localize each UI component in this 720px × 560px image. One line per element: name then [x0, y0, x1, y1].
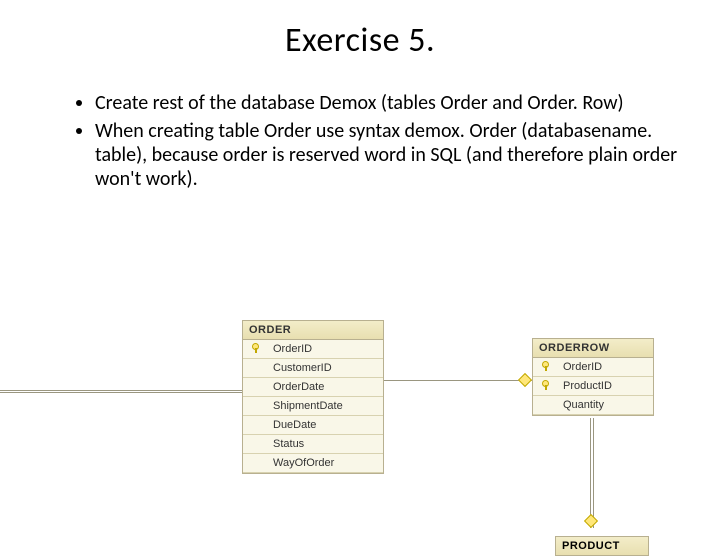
- column-row: Quantity: [533, 396, 653, 415]
- relationship-diamond: [518, 373, 532, 387]
- column-row: OrderDate: [243, 378, 383, 397]
- column-row: DueDate: [243, 416, 383, 435]
- column-name: Status: [269, 435, 383, 454]
- column-row: OrderID: [533, 358, 653, 377]
- column-row: ProductID: [533, 377, 653, 396]
- bullet-list: Create rest of the database Demox (table…: [55, 91, 680, 191]
- table-header: ORDER: [243, 321, 383, 340]
- bullet-item: Create rest of the database Demox (table…: [95, 91, 680, 115]
- column-name: Quantity: [559, 396, 653, 415]
- column-name: CustomerID: [269, 359, 383, 378]
- column-name: OrderID: [269, 340, 383, 359]
- slide-title: Exercise 5.: [0, 20, 720, 61]
- key-icon: [541, 380, 551, 390]
- column-name: DueDate: [269, 416, 383, 435]
- column-name: WayOfOrder: [269, 454, 383, 473]
- column-row: ShipmentDate: [243, 397, 383, 416]
- table-header: ORDERROW: [533, 339, 653, 358]
- column-row: OrderID: [243, 340, 383, 359]
- column-row: CustomerID: [243, 359, 383, 378]
- relationship-diamond: [584, 514, 598, 528]
- bullet-item: When creating table Order use syntax dem…: [95, 119, 680, 191]
- column-row: Status: [243, 435, 383, 454]
- table-order: ORDER OrderID CustomerID OrderDate Shipm…: [242, 320, 384, 474]
- column-name: ProductID: [559, 377, 653, 396]
- key-icon: [541, 361, 551, 371]
- column-name: ShipmentDate: [269, 397, 383, 416]
- column-name: OrderDate: [269, 378, 383, 397]
- key-icon: [251, 343, 261, 353]
- column-row: WayOfOrder: [243, 454, 383, 473]
- column-name: OrderID: [559, 358, 653, 377]
- table-product-stub: PRODUCT: [555, 536, 649, 556]
- er-diagram: ORDER OrderID CustomerID OrderDate Shipm…: [0, 320, 720, 560]
- table-orderrow: ORDERROW OrderID ProductID Quantity: [532, 338, 654, 416]
